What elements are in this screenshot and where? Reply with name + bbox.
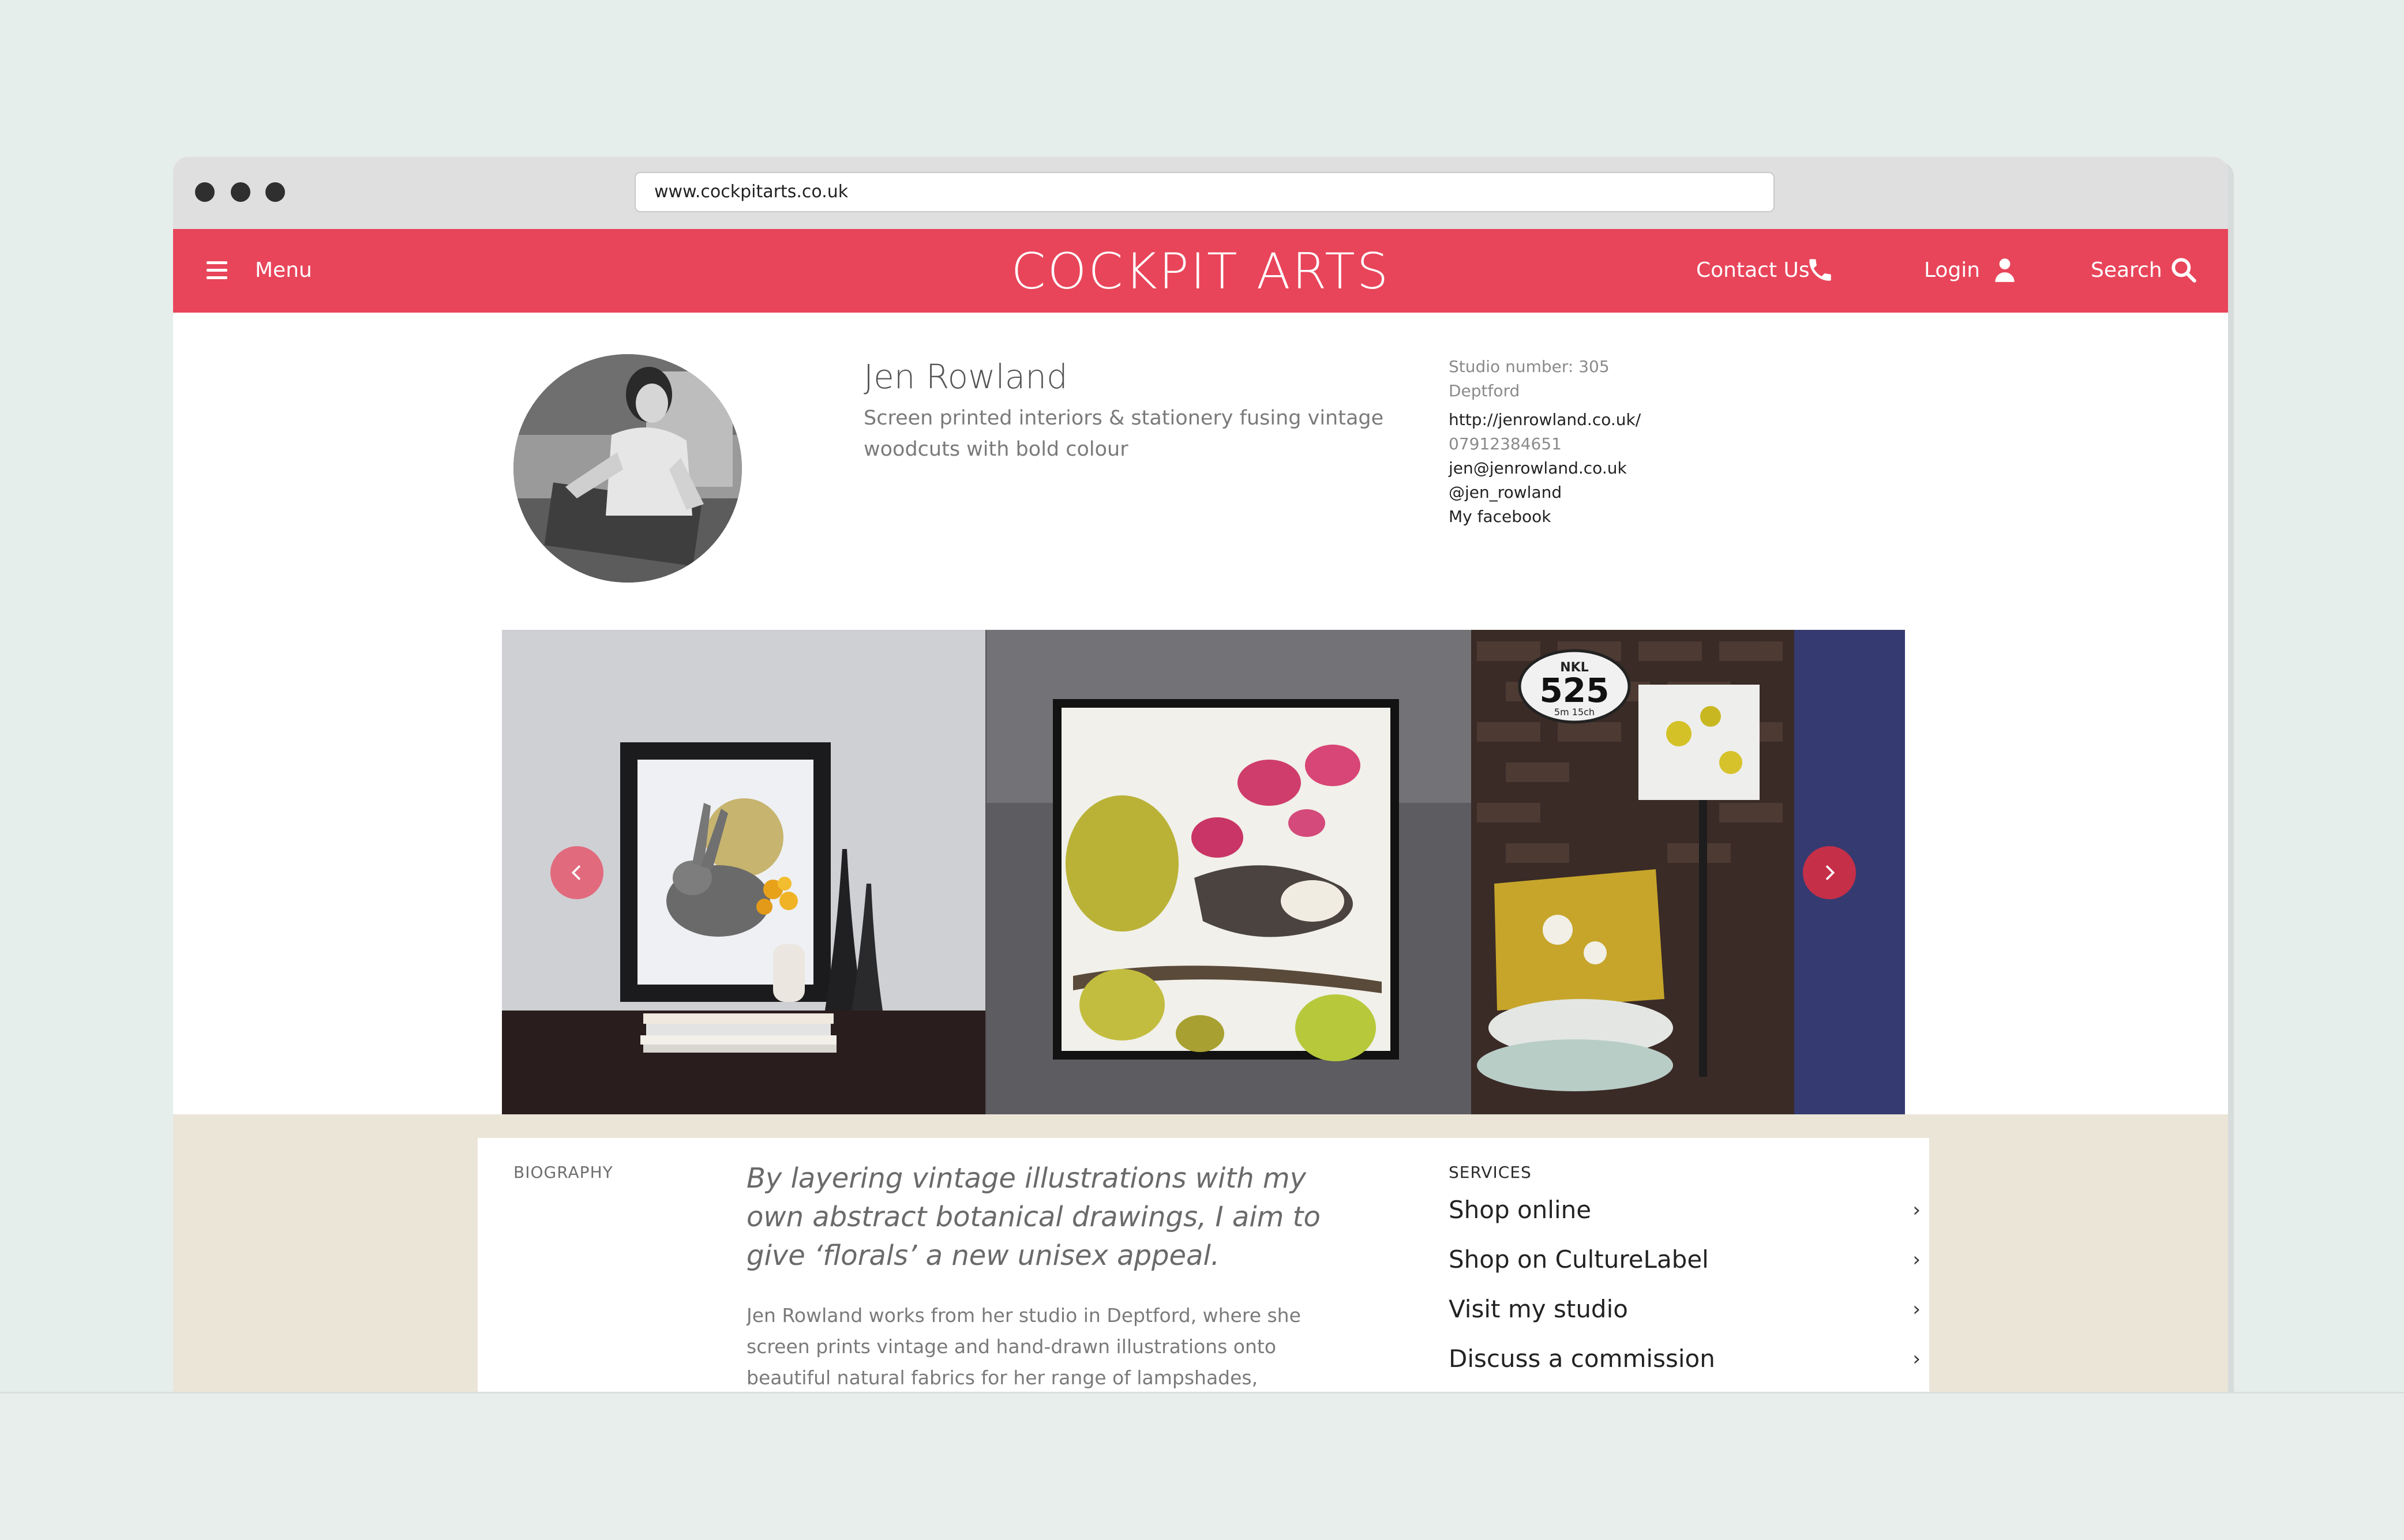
chevron-right-icon: ›	[1912, 1248, 1921, 1271]
gallery-image-bird-print	[987, 630, 1471, 1114]
artist-avatar	[513, 354, 742, 583]
window-maximize-dot[interactable]	[265, 182, 285, 202]
chevron-left-icon	[571, 865, 581, 880]
carousel-next-button[interactable]	[1803, 846, 1856, 899]
image-carousel[interactable]: NKL 525 5m 15ch	[502, 630, 1905, 1114]
website-link[interactable]: http://jenrowland.co.uk/	[1449, 408, 1641, 431]
search-link[interactable]: Search	[2091, 257, 2162, 284]
menu-button[interactable]: Menu	[255, 257, 312, 284]
biography-text: Jen Rowland works from her studio in Dep…	[747, 1304, 1301, 1389]
artist-name: Jen Rowland	[864, 357, 1068, 396]
contact-us-link[interactable]: Contact Us	[1696, 257, 1810, 284]
window-close-dot[interactable]	[195, 182, 215, 202]
chevron-right-icon: ›	[1912, 1199, 1921, 1222]
email-link[interactable]: jen@jenrowland.co.uk	[1449, 457, 1627, 480]
service-shop-online[interactable]: Shop online ›	[1449, 1187, 1921, 1233]
page-background-band	[0, 1392, 2404, 1540]
artist-tagline: Screen printed interiors & stationery fu…	[864, 407, 1384, 461]
service-visit-studio[interactable]: Visit my studio ›	[1449, 1286, 1921, 1332]
phone-number[interactable]: 07912384651	[1449, 433, 1562, 456]
service-label: Discuss a commission	[1449, 1344, 1715, 1373]
service-label: Shop online	[1449, 1196, 1592, 1224]
carousel-prev-button[interactable]	[550, 846, 603, 899]
gallery-image-lamp-cushions	[1471, 630, 1794, 1114]
studio-location: Deptford	[1449, 381, 1520, 400]
twitter-link[interactable]: @jen_rowland	[1449, 481, 1562, 504]
studio-number: Studio number: 305	[1449, 357, 1610, 376]
user-icon[interactable]	[1990, 256, 2019, 284]
site-header: Menu COCKPIT ARTS Contact Us Login Searc…	[173, 229, 2228, 313]
browser-chrome: www.cockpitarts.co.uk	[173, 157, 2228, 230]
service-shop-culturelabel[interactable]: Shop on CultureLabel ›	[1449, 1237, 1921, 1283]
service-discuss-commission[interactable]: Discuss a commission ›	[1449, 1336, 1921, 1382]
chevron-right-icon: ›	[1912, 1298, 1921, 1321]
login-link[interactable]: Login	[1924, 257, 1980, 284]
biography-label: BIOGRAPHY	[513, 1163, 613, 1182]
chevron-right-icon	[1825, 865, 1835, 880]
service-label: Shop on CultureLabel	[1449, 1245, 1709, 1274]
window-minimize-dot[interactable]	[231, 182, 250, 202]
services-label: SERVICES	[1449, 1163, 1532, 1182]
hamburger-icon[interactable]	[207, 260, 227, 281]
site-logo[interactable]: COCKPIT ARTS	[750, 244, 1651, 299]
service-label: Visit my studio	[1449, 1295, 1628, 1323]
biography-quote: By layering vintage illustrations with m…	[747, 1162, 1321, 1272]
chevron-right-icon: ›	[1912, 1347, 1921, 1370]
address-bar[interactable]: www.cockpitarts.co.uk	[635, 172, 1775, 212]
sign-sub-text: 5m 15ch	[1554, 707, 1595, 718]
sign-number-text: 525	[1539, 671, 1609, 710]
phone-icon[interactable]	[1806, 256, 1835, 284]
facebook-link[interactable]: My facebook	[1449, 505, 1551, 528]
search-icon[interactable]	[2169, 256, 2198, 284]
